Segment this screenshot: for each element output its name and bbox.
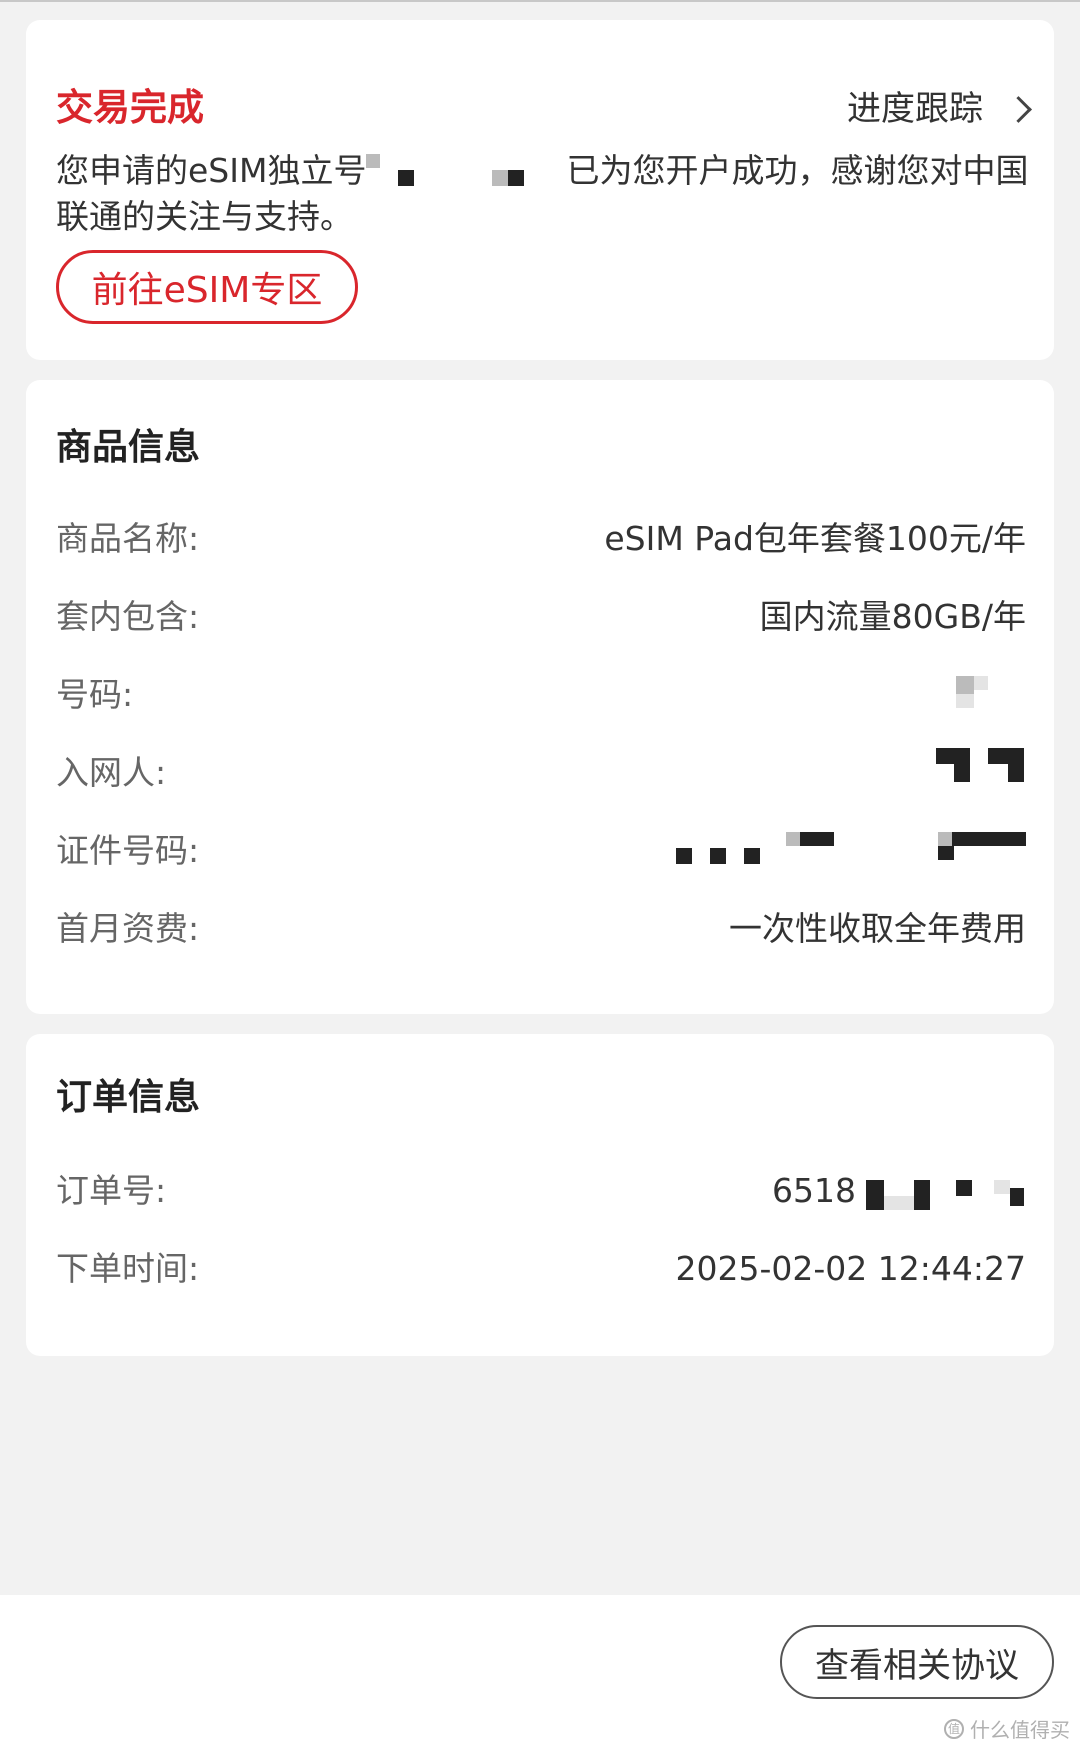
watermark-logo-icon: 值 [944,1718,964,1739]
order-time-label: 下单时间: [56,1249,200,1288]
product-row-number: 号码: [56,670,1026,720]
top-divider [0,0,1080,2]
esim-zone-button[interactable]: 前往eSIM专区 [56,250,358,324]
status-card: 交易完成 进度跟踪 您申请的eSIM独立号 已为您开户成功，感谢您对中国联通的关… [26,20,1054,360]
product-info-card: 商品信息 商品名称: eSIM Pad包年套餐100元/年 套内包含: 国内流量… [26,380,1054,1014]
status-message-prefix: 您申请的eSIM独立号 [56,151,367,190]
progress-tracking-label: 进度跟踪 [847,89,983,129]
order-row-time: 下单时间: 2025-02-02 12:44:27 [56,1244,1026,1294]
package-includes-label: 套内包含: [56,597,200,636]
subscriber-label: 入网人: [56,753,167,792]
watermark: 值 什么值得买 [944,1714,1070,1743]
masked-phone-number [366,153,566,192]
progress-tracking-link[interactable]: 进度跟踪 [847,86,1032,132]
first-month-fee-value: 一次性收取全年费用 [729,909,1026,948]
bottom-action-bar: 查看相关协议 值 什么值得买 [0,1595,1080,1753]
order-number-value: 6518 [772,1171,856,1210]
masked-phone-number-value [946,670,1026,720]
product-row-name: 商品名称: eSIM Pad包年套餐100元/年 [56,514,1026,564]
product-row-subscriber: 入网人: [56,748,1026,798]
order-number-label: 订单号: [56,1171,167,1210]
status-title: 交易完成 [56,86,204,129]
watermark-text: 什么值得买 [970,1718,1070,1742]
order-time-value: 2025-02-02 12:44:27 [675,1249,1026,1288]
product-row-first-month-fee: 首月资费: 一次性收取全年费用 [56,904,1026,954]
product-row-includes: 套内包含: 国内流量80GB/年 [56,592,1026,642]
order-section-title: 订单信息 [56,1077,201,1118]
masked-subscriber-value [936,748,1026,798]
first-month-fee-label: 首月资费: [56,909,200,948]
product-name-label: 商品名称: [56,519,200,558]
masked-id-number-value [676,826,1026,876]
product-row-id-number: 证件号码: [56,826,1026,876]
order-row-number: 订单号: 6518 [56,1166,1026,1216]
package-includes-value: 国内流量80GB/年 [759,597,1026,636]
chevron-right-icon [1005,95,1032,123]
status-message: 您申请的eSIM独立号 已为您开户成功，感谢您对中国联通的关注与支持。 [56,148,1031,240]
phone-number-label: 号码: [56,675,134,714]
masked-order-number [866,1166,1026,1216]
order-info-card: 订单信息 订单号: 6518 下单时间: 2025-02-02 12:44:27 [26,1034,1054,1356]
view-agreements-button[interactable]: 查看相关协议 [780,1625,1054,1699]
product-section-title: 商品信息 [56,427,201,468]
id-number-label: 证件号码: [56,831,200,870]
product-name-value: eSIM Pad包年套餐100元/年 [604,519,1026,558]
